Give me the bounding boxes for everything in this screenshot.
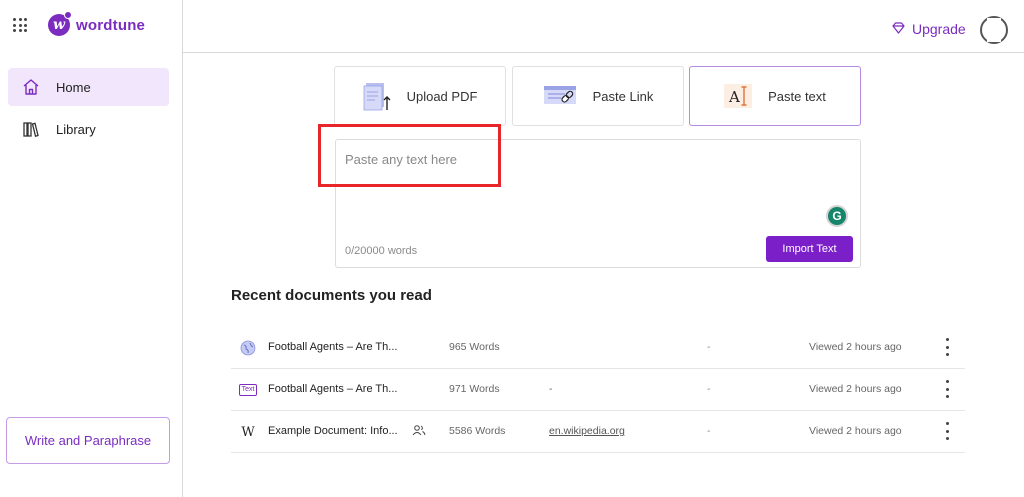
sidebar-item-label: Home xyxy=(56,79,91,95)
sidebar-item-label: Library xyxy=(56,121,96,137)
text-badge-icon: Text xyxy=(238,382,258,398)
word-count: 971 Words xyxy=(449,383,500,395)
wikipedia-icon: W xyxy=(241,424,255,440)
grammarly-icon[interactable]: G xyxy=(826,205,848,227)
tab-label: Upload PDF xyxy=(406,88,478,104)
text-cursor-icon: A xyxy=(724,82,754,110)
word-count: 0/20000 words xyxy=(345,245,418,257)
sidebar-item-home[interactable]: Home xyxy=(8,68,169,106)
document-title[interactable]: Football Agents – Are Th... xyxy=(268,341,397,353)
more-options-icon[interactable] xyxy=(944,338,950,356)
home-icon xyxy=(22,78,40,96)
upgrade-label: Upgrade xyxy=(912,21,966,37)
upgrade-button[interactable]: Upgrade xyxy=(892,21,966,37)
scrollbar[interactable] xyxy=(1016,60,1024,497)
recent-documents-title: Recent documents you read xyxy=(231,287,432,304)
tab-paste-text[interactable]: A Paste text xyxy=(689,66,861,126)
apps-grid-icon[interactable] xyxy=(13,18,27,32)
document-extra: - xyxy=(707,341,711,353)
source-tabs: Upload PDF Paste Link A Paste text xyxy=(334,66,861,126)
text-badge: Text xyxy=(238,384,258,396)
header-divider xyxy=(183,52,1024,53)
document-title[interactable]: Example Document: Info... xyxy=(268,425,398,437)
viewed-time: Viewed 2 hours ago xyxy=(809,383,902,395)
shared-users-icon xyxy=(412,424,426,439)
tab-paste-link[interactable]: Paste Link xyxy=(512,66,684,126)
document-title[interactable]: Football Agents – Are Th... xyxy=(268,383,397,395)
more-options-icon[interactable] xyxy=(944,422,950,440)
viewed-time: Viewed 2 hours ago xyxy=(809,425,902,437)
table-row[interactable]: Football Agents – Are Th... 965 Words - … xyxy=(231,327,965,369)
logo-area: w wordtune xyxy=(13,11,146,36)
write-and-paraphrase-button[interactable]: Write and Paraphrase xyxy=(6,417,170,464)
highlight-box xyxy=(318,124,501,187)
sidebar: w wordtune Home Library Write and Paraph… xyxy=(0,0,183,497)
pdf-upload-icon xyxy=(363,80,393,112)
tab-upload-pdf[interactable]: Upload PDF xyxy=(334,66,506,126)
document-extra: - xyxy=(707,383,711,395)
import-text-button[interactable]: Import Text xyxy=(766,236,853,262)
avatar[interactable] xyxy=(980,16,1008,44)
tab-label: Paste text xyxy=(768,88,826,104)
word-count: 5586 Words xyxy=(449,425,506,437)
word-count: 965 Words xyxy=(449,341,500,353)
more-options-icon[interactable] xyxy=(944,380,950,398)
table-row[interactable]: W Example Document: Info... 5586 Words e… xyxy=(231,411,965,453)
diamond-icon xyxy=(892,21,905,37)
logo-text: wordtune xyxy=(76,16,146,34)
globe-icon xyxy=(240,340,256,356)
library-icon xyxy=(22,120,40,138)
table-row[interactable]: Text Football Agents – Are Th... 971 Wor… xyxy=(231,369,965,411)
source-link[interactable]: en.wikipedia.org xyxy=(549,425,625,437)
document-extra: - xyxy=(707,425,711,437)
document-source: - xyxy=(549,383,553,395)
link-icon xyxy=(543,84,579,108)
tab-label: Paste Link xyxy=(592,88,654,104)
sidebar-item-library[interactable]: Library xyxy=(8,110,169,148)
svg-text:A: A xyxy=(728,88,740,106)
viewed-time: Viewed 2 hours ago xyxy=(809,341,902,353)
wordtune-logo-icon: w xyxy=(48,11,72,36)
